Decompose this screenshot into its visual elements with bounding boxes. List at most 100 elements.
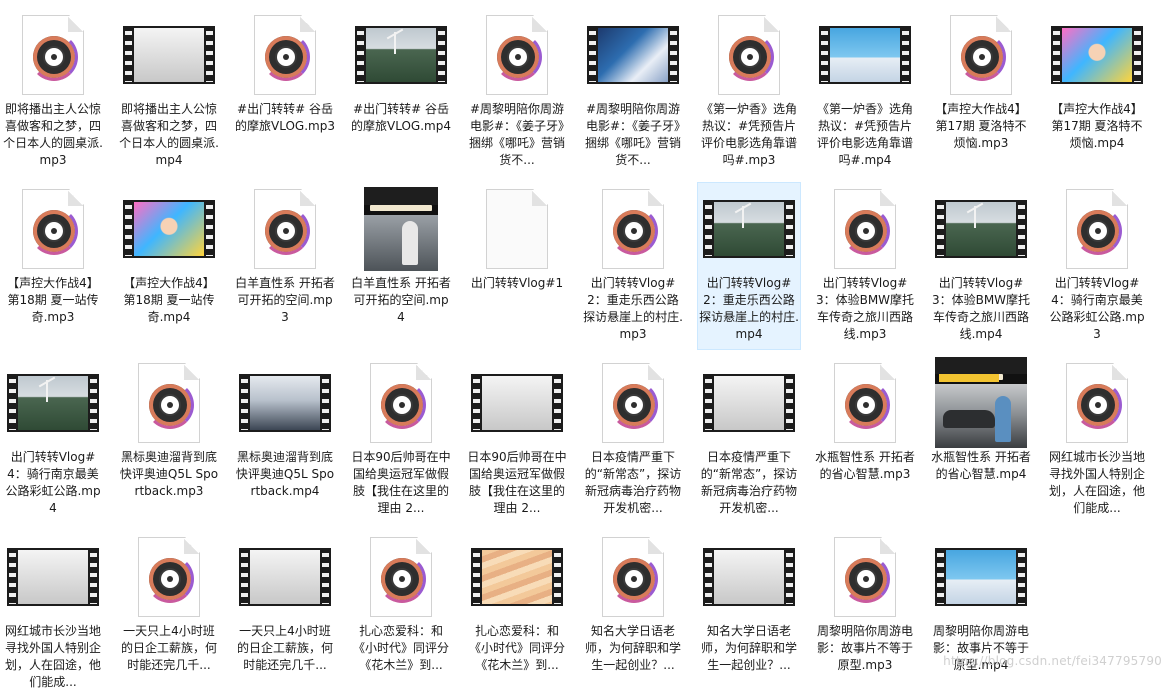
- file-item[interactable]: 出门转转Vlog#2：重走乐西公路探访悬崖上的村庄.mp3: [581, 182, 685, 350]
- file-item[interactable]: 出门转转Vlog#3：体验BMW摩托车传奇之旅川西路线.mp4: [929, 182, 1033, 350]
- video-thumbnail: [18, 376, 88, 430]
- document-icon: [1066, 363, 1128, 443]
- video-file-icon: [701, 361, 797, 445]
- file-item[interactable]: 【声控大作战4】第17期 夏洛特不烦恼.mp4: [1045, 8, 1149, 176]
- document-icon: [718, 15, 780, 95]
- video-thumbnail: [830, 28, 900, 82]
- file-item[interactable]: 即将播出主人公惊喜做客和之梦，四个日本人的圆桌派.mp3: [1, 8, 105, 176]
- file-item[interactable]: 网红城市长沙当地寻找外国人特别企划，人在囧途，他们能成...: [1045, 356, 1149, 524]
- film-strip-icon: [355, 26, 447, 84]
- music-disc-icon: [262, 33, 310, 81]
- file-item[interactable]: #出门转转# 谷岳的摩旅VLOG.mp3: [233, 8, 337, 176]
- document-icon: [254, 15, 316, 95]
- video-thumbnail: [18, 550, 88, 604]
- music-disc-icon: [30, 33, 78, 81]
- file-name-label: 日本90后帅哥在中国给奥运冠军做假肢【我住在这里的理由 2...: [467, 450, 567, 515]
- document-icon: [602, 189, 664, 269]
- file-item[interactable]: 【声控大作战4】第18期 夏一站传奇.mp4: [117, 182, 221, 350]
- file-name-label: 日本疫情严重下的“新常态”，探访新冠病毒治疗药物开发机密...: [700, 450, 798, 515]
- file-item[interactable]: 黑标奥迪溜背到底 快评奥迪Q5L Sportback.mp4: [233, 356, 337, 524]
- music-disc-icon: [30, 207, 78, 255]
- film-strip-icon: [7, 374, 99, 432]
- file-item[interactable]: 出门转转Vlog#4：骑行南京最美公路彩虹公路.mp3: [1045, 182, 1149, 350]
- file-item[interactable]: 周黎明陪你周游电影：故事片不等于原型.mp4: [929, 530, 1033, 698]
- document-icon: [254, 189, 316, 269]
- video-thumbnail: [250, 376, 320, 430]
- document-icon: [486, 189, 548, 269]
- file-item[interactable]: 即将播出主人公惊喜做客和之梦，四个日本人的圆桌派.mp4: [117, 8, 221, 176]
- file-item[interactable]: 《第一炉香》选角热议：#凭预告片评价电影选角靠谱吗#.mp4: [813, 8, 917, 176]
- document-icon: [370, 537, 432, 617]
- music-disc-icon: [146, 555, 194, 603]
- video-thumbnail: [482, 376, 552, 430]
- file-item[interactable]: 【声控大作战4】第18期 夏一站传奇.mp3: [1, 182, 105, 350]
- video-thumbnail: [714, 202, 784, 256]
- file-item[interactable]: 水瓶智性系 开拓者的省心智慧.mp4: [929, 356, 1033, 524]
- film-strip-icon: [703, 374, 795, 432]
- video-thumbnail: [946, 202, 1016, 256]
- audio-file-icon: [933, 13, 1029, 97]
- file-item[interactable]: 日本疫情严重下的“新常态”，探访新冠病毒治疗药物开发机密...: [581, 356, 685, 524]
- file-name-label: 《第一炉香》选角热议：#凭预告片评价电影选角靠谱吗#.mp4: [816, 102, 913, 167]
- film-strip-icon: [935, 548, 1027, 606]
- audio-file-icon: [585, 535, 681, 619]
- video-file-icon: [237, 361, 333, 445]
- file-item[interactable]: 扎心恋爱科：和《小时代》同评分 《花木兰》到...: [349, 530, 453, 698]
- file-item[interactable]: 《第一炉香》选角热议：#凭预告片评价电影选角靠谱吗#.mp3: [697, 8, 801, 176]
- audio-file-icon: [817, 361, 913, 445]
- file-item[interactable]: #周黎明陪你周游电影#：《姜子牙》捆绑《哪吒》营销货不...: [581, 8, 685, 176]
- file-item[interactable]: 日本疫情严重下的“新常态”，探访新冠病毒治疗药物开发机密...: [697, 356, 801, 524]
- file-name-label: 网红城市长沙当地寻找外国人特别企划，人在囧途，他们能成...: [1048, 450, 1145, 515]
- video-thumbnail: [933, 357, 1029, 448]
- file-item[interactable]: 出门转转Vlog#4：骑行南京最美公路彩虹公路.mp4: [1, 356, 105, 524]
- audio-file-icon: [353, 361, 449, 445]
- file-name-label: #周黎明陪你周游电影#：《姜子牙》捆绑《哪吒》营销货不...: [468, 102, 565, 167]
- file-item[interactable]: 水瓶智性系 开拓者的省心智慧.mp3: [813, 356, 917, 524]
- file-name-label: 扎心恋爱科：和《小时代》同评分 《花木兰》到...: [352, 624, 449, 672]
- video-file-icon: [1049, 13, 1145, 97]
- file-item[interactable]: 知名大学日语老师，为何辞职和学生一起创业？...: [697, 530, 801, 698]
- video-file-icon: [5, 361, 101, 445]
- file-item[interactable]: 一天只上4小时班的日企工薪族，何时能还完几千...: [117, 530, 221, 698]
- file-item[interactable]: 出门转转Vlog#2：重走乐西公路探访悬崖上的村庄.mp4: [697, 182, 801, 350]
- audio-file-icon: [701, 13, 797, 97]
- audio-file-icon: [585, 361, 681, 445]
- music-disc-icon: [494, 33, 542, 81]
- file-name-label: 知名大学日语老师，为何辞职和学生一起创业？...: [584, 624, 681, 672]
- file-name-label: 即将播出主人公惊喜做客和之梦，四个日本人的圆桌派.mp3: [3, 102, 103, 167]
- audio-file-icon: [817, 535, 913, 619]
- film-strip-icon: [7, 548, 99, 606]
- film-strip-icon: [471, 548, 563, 606]
- film-strip-icon: [123, 26, 215, 84]
- file-item[interactable]: 知名大学日语老师，为何辞职和学生一起创业？...: [581, 530, 685, 698]
- music-disc-icon: [378, 381, 426, 429]
- file-item[interactable]: 扎心恋爱科：和《小时代》同评分 《花木兰》到...: [465, 530, 569, 698]
- file-item[interactable]: 【声控大作战4】第17期 夏洛特不烦恼.mp3: [929, 8, 1033, 176]
- file-item[interactable]: 一天只上4小时班的日企工薪族，何时能还完几千...: [233, 530, 337, 698]
- video-still-image: [935, 357, 1027, 448]
- file-item[interactable]: 网红城市长沙当地寻找外国人特别企划，人在囧途，他们能成...: [1, 530, 105, 698]
- file-item[interactable]: #周黎明陪你周游电影#：《姜子牙》捆绑《哪吒》营销货不...: [465, 8, 569, 176]
- file-item[interactable]: 出门转转Vlog#1: [465, 182, 569, 350]
- music-disc-icon: [842, 381, 890, 429]
- file-item[interactable]: #出门转转# 谷岳的摩旅VLOG.mp4: [349, 8, 453, 176]
- video-file-icon: [469, 535, 565, 619]
- video-file-icon: [237, 535, 333, 619]
- document-icon: [602, 537, 664, 617]
- video-file-icon: [933, 535, 1029, 619]
- file-name-label: 日本疫情严重下的“新常态”，探访新冠病毒治疗药物开发机密...: [584, 450, 682, 515]
- file-item[interactable]: 白羊直性系 开拓者可开拓的空间.mp3: [233, 182, 337, 350]
- file-name-label: 网红城市长沙当地寻找外国人特别企划，人在囧途，他们能成...: [4, 624, 101, 689]
- file-item[interactable]: 日本90后帅哥在中国给奥运冠军做假肢【我住在这里的理由 2...: [349, 356, 453, 524]
- film-strip-icon: [239, 548, 331, 606]
- file-name-label: 出门转转Vlog#2：重走乐西公路探访悬崖上的村庄.mp4: [699, 276, 799, 341]
- film-strip-icon: [587, 26, 679, 84]
- file-item[interactable]: 周黎明陪你周游电影：故事片不等于原型.mp3: [813, 530, 917, 698]
- document-icon: [138, 537, 200, 617]
- file-item[interactable]: 日本90后帅哥在中国给奥运冠军做假肢【我住在这里的理由 2...: [465, 356, 569, 524]
- file-item[interactable]: 黑标奥迪溜背到底 快评奥迪Q5L Sportback.mp3: [117, 356, 221, 524]
- file-item[interactable]: 白羊直性系 开拓者可开拓的空间.mp4: [349, 182, 453, 350]
- file-item[interactable]: 出门转转Vlog#3：体验BMW摩托车传奇之旅川西路线.mp3: [813, 182, 917, 350]
- file-grid: 即将播出主人公惊喜做客和之梦，四个日本人的圆桌派.mp3 即将播出主人公惊喜做客和…: [0, 0, 1170, 689]
- music-disc-icon: [610, 207, 658, 255]
